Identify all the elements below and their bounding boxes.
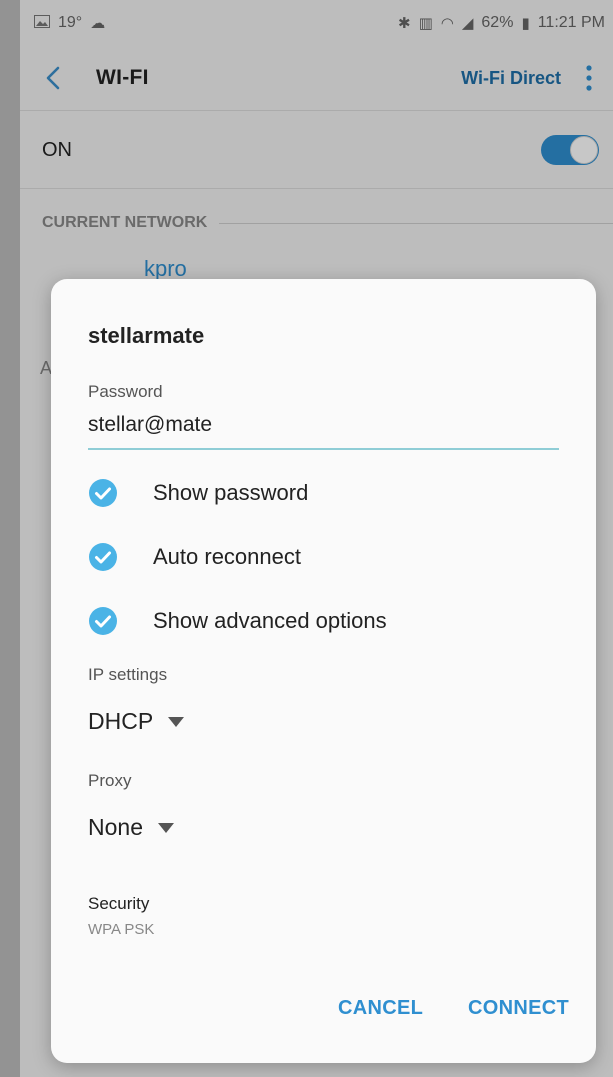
ip-settings-label: IP settings: [88, 665, 168, 684]
ip-settings-dropdown[interactable]: DHCP: [88, 708, 185, 735]
checkbox-label: Show password: [153, 480, 309, 505]
show-advanced-options-checkbox[interactable]: Show advanced options: [88, 604, 387, 638]
check-circle-icon: [89, 479, 117, 507]
proxy-dropdown[interactable]: None: [88, 814, 175, 841]
security-value: WPA PSK: [88, 921, 155, 938]
ip-settings-value: DHCP: [88, 708, 154, 734]
password-label: Password: [88, 382, 163, 401]
password-input[interactable]: stellar@mate: [88, 413, 212, 437]
auto-reconnect-checkbox[interactable]: Auto reconnect: [88, 540, 301, 574]
check-circle-icon: [89, 607, 117, 635]
wifi-connect-dialog: stellarmate Password stellar@mate Show p…: [51, 279, 596, 1063]
dialog-title: stellarmate: [88, 323, 205, 348]
show-password-checkbox[interactable]: Show password: [88, 476, 308, 510]
checkbox-label: Show advanced options: [153, 608, 387, 633]
password-underline: [88, 448, 559, 450]
connect-button[interactable]: CONNECT: [468, 997, 569, 1020]
security-label: Security: [88, 894, 150, 913]
checkbox-label: Auto reconnect: [153, 544, 301, 569]
proxy-label: Proxy: [88, 771, 132, 790]
dropdown-arrow-icon: [157, 822, 174, 833]
proxy-value: None: [88, 814, 143, 840]
cancel-button[interactable]: CANCEL: [338, 997, 423, 1020]
check-circle-icon: [89, 543, 117, 571]
dropdown-arrow-icon: [168, 716, 185, 727]
